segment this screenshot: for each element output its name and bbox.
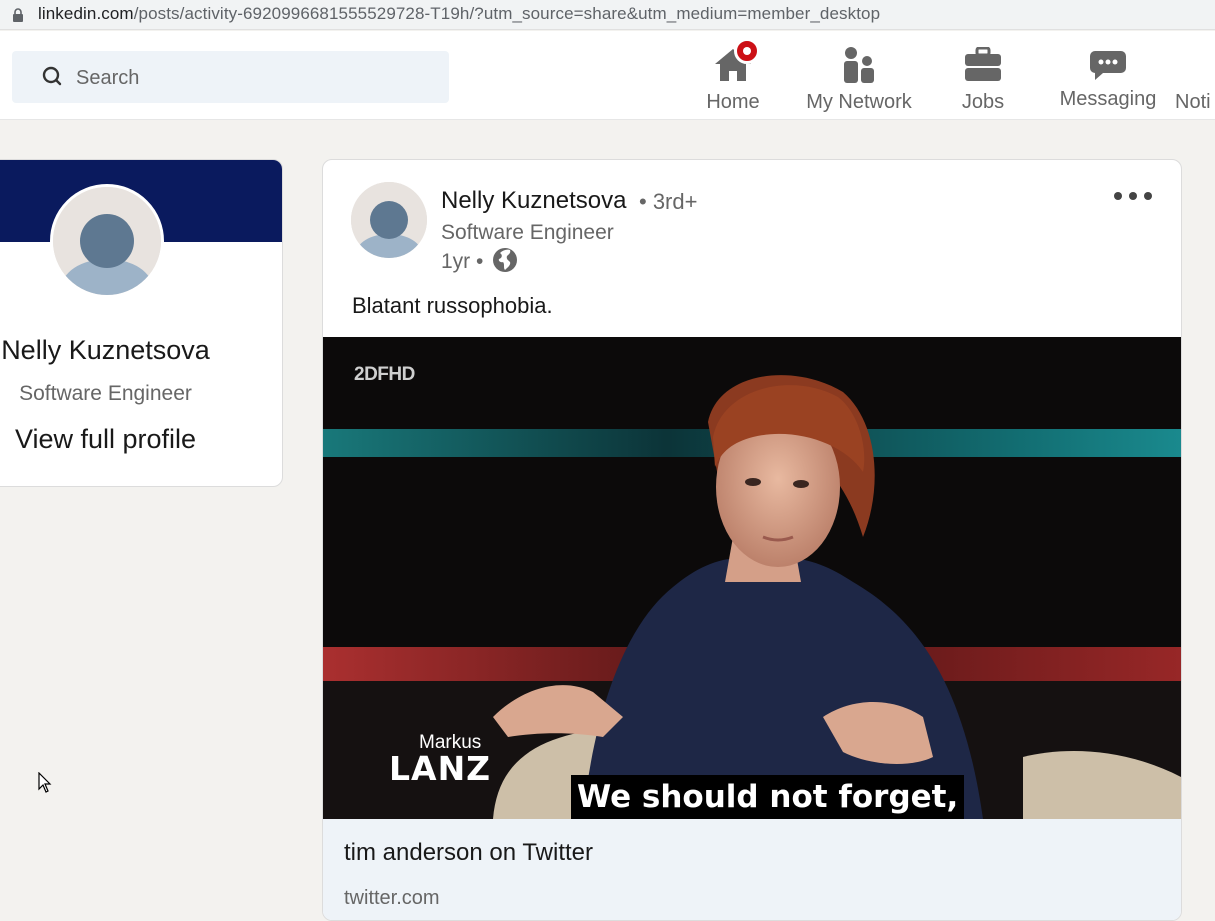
show-name-big: LANZ (389, 749, 492, 788)
post-text: Blatant russophobia. (352, 293, 553, 318)
default-avatar-icon (351, 182, 427, 258)
url-path: /posts/activity-6920996681555529728-T19h… (133, 4, 881, 23)
notification-badge (734, 38, 760, 64)
messaging-icon (1090, 51, 1126, 80)
browser-url-bar[interactable]: linkedin.com/posts/activity-692099668155… (0, 0, 1215, 30)
channel-logo: 2DFHD (352, 362, 415, 390)
mouse-cursor-icon (38, 772, 52, 793)
profile-card: Nelly Kuznetsova Software Engineer View … (0, 159, 283, 487)
search-icon (42, 66, 62, 86)
nav-notifications-label: Noti (1175, 91, 1211, 113)
briefcase-icon (965, 47, 1001, 81)
post-time: 1yr • (441, 250, 484, 273)
view-full-profile-link[interactable]: View full profile (0, 424, 222, 455)
search-box[interactable] (12, 51, 449, 105)
nav-jobs-label: Jobs (961, 91, 1005, 113)
nav-messaging-label: Messaging (1059, 88, 1157, 110)
avatar[interactable] (50, 184, 164, 298)
lock-icon (13, 8, 23, 22)
globe-icon (493, 248, 517, 272)
link-preview-title[interactable]: tim anderson on Twitter (344, 839, 593, 867)
author-title: Software Engineer (441, 221, 614, 244)
search-input[interactable] (74, 51, 438, 105)
nav-messaging[interactable]: Messaging (1054, 41, 1162, 119)
network-icon (844, 47, 874, 83)
url-text[interactable]: linkedin.com/posts/activity-692099668155… (38, 4, 880, 24)
nav-home-label: Home (706, 91, 760, 113)
author-name[interactable]: Nelly Kuznetsova (441, 187, 626, 215)
post-card: Nelly Kuznetsova • 3rd+ Software Enginee… (322, 159, 1182, 921)
nav-notifications[interactable]: Noti (1175, 41, 1215, 119)
nav-jobs[interactable]: Jobs (950, 41, 1016, 119)
link-preview-domain: twitter.com (344, 887, 440, 909)
profile-name[interactable]: Nelly Kuznetsova (0, 335, 222, 366)
url-host: linkedin.com (38, 4, 134, 23)
link-preview[interactable]: tim anderson on Twitter twitter.com (323, 819, 1181, 920)
nav-my-network[interactable]: My Network (796, 41, 922, 119)
post-media-video[interactable]: 2DFHD Markus LANZ We should not forget, (323, 337, 1181, 819)
nav-home[interactable]: Home (692, 38, 774, 119)
author-avatar[interactable] (351, 182, 427, 258)
connection-degree: • 3rd+ (639, 189, 698, 214)
default-avatar-icon (53, 187, 161, 295)
profile-title: Software Engineer (19, 382, 192, 405)
nav-my-network-label: My Network (806, 91, 912, 113)
global-nav: Home My Network Jobs Messaging Noti (0, 31, 1215, 120)
video-caption: We should not forget, (571, 775, 965, 819)
more-options-icon[interactable] (1113, 186, 1153, 206)
